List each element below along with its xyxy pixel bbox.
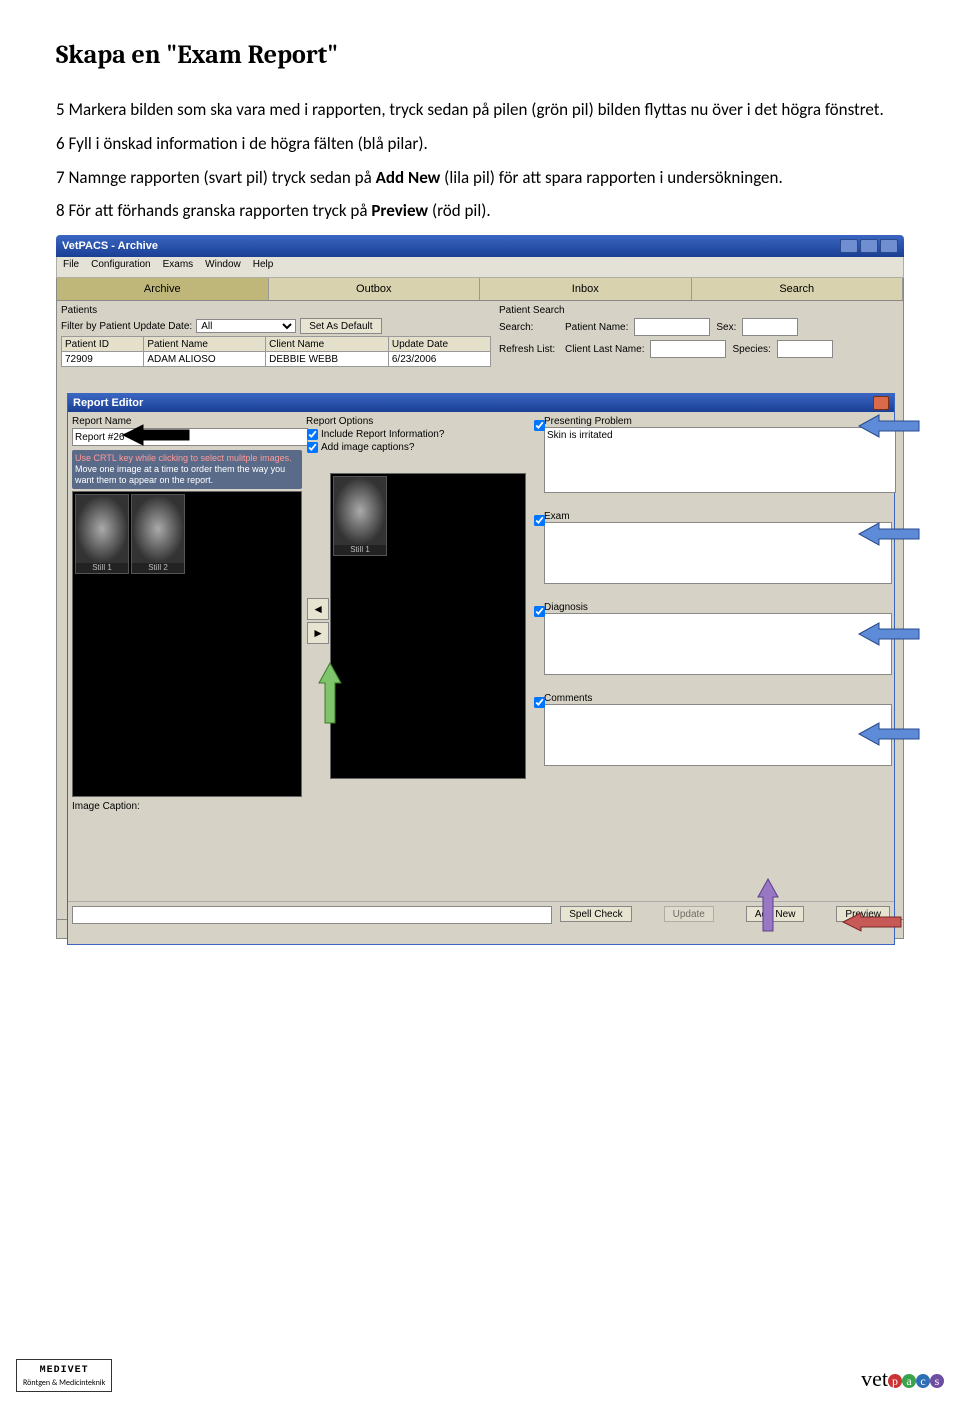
menu-help[interactable]: Help bbox=[253, 259, 274, 275]
instr-8: 8 För att förhands granska rapporten try… bbox=[56, 199, 904, 223]
diagnosis-label: Diagnosis bbox=[544, 602, 890, 613]
instr-6: 6 Fyll i önskad information i de högra f… bbox=[56, 132, 904, 156]
comments-checkbox[interactable] bbox=[534, 697, 545, 708]
report-options-label: Report Options bbox=[306, 416, 526, 428]
window-titlebar: VetPACS - Archive bbox=[56, 235, 904, 257]
medivet-logo: MEDIVET Röntgen & Medicinteknik bbox=[16, 1359, 112, 1392]
report-editor-window: Report Editor Report Name Use CRTL key w… bbox=[67, 393, 895, 945]
spell-check-button[interactable]: Spell Check bbox=[560, 906, 631, 922]
tab-search[interactable]: Search bbox=[692, 278, 904, 300]
report-editor-titlebar: Report Editor bbox=[68, 394, 894, 412]
menu-file[interactable]: File bbox=[63, 259, 79, 275]
tab-inbox[interactable]: Inbox bbox=[480, 278, 692, 300]
minimize-button[interactable] bbox=[840, 239, 858, 253]
report-editor-footer: Spell Check Update Add New Preview bbox=[68, 901, 894, 944]
exam-checkbox[interactable] bbox=[534, 515, 545, 526]
image-caption-input[interactable] bbox=[72, 906, 552, 924]
patient-name-input[interactable] bbox=[634, 318, 710, 336]
close-button[interactable] bbox=[880, 239, 898, 253]
move-left-button[interactable]: ◄ bbox=[307, 598, 329, 620]
report-name-label: Report Name bbox=[72, 416, 302, 428]
main-tabs: Archive Outbox Inbox Search bbox=[56, 278, 904, 301]
report-name-input[interactable] bbox=[72, 428, 308, 446]
image-caption-label: Image Caption: bbox=[72, 801, 302, 812]
table-row[interactable]: 72909 ADAM ALIOSO DEBBIE WEBB 6/23/2006 bbox=[62, 352, 491, 367]
diagnosis-checkbox[interactable] bbox=[534, 606, 545, 617]
menubar: File Configuration Exams Window Help bbox=[56, 257, 904, 278]
client-name-input[interactable] bbox=[650, 340, 726, 358]
hint-box: Use CRTL key while clicking to select mu… bbox=[72, 450, 302, 488]
presenting-problem-textarea[interactable]: Skin is irritated bbox=[544, 427, 896, 493]
patient-search-label: Patient Search bbox=[499, 305, 899, 316]
diagnosis-textarea[interactable] bbox=[544, 613, 892, 675]
source-images-pane[interactable]: Still 1 Still 2 bbox=[72, 491, 302, 797]
patients-table: Patient ID Patient Name Client Name Upda… bbox=[61, 336, 491, 367]
preview-button[interactable]: Preview bbox=[836, 906, 890, 922]
comments-textarea[interactable] bbox=[544, 704, 892, 766]
presenting-problem-checkbox[interactable] bbox=[534, 420, 545, 431]
add-new-button[interactable]: Add New bbox=[746, 906, 805, 922]
tab-archive[interactable]: Archive bbox=[57, 278, 269, 300]
menu-exams[interactable]: Exams bbox=[163, 259, 194, 275]
report-editor-close-button[interactable] bbox=[873, 396, 889, 410]
exam-label: Exam bbox=[544, 511, 890, 522]
presenting-problem-label: Presenting Problem bbox=[544, 416, 890, 427]
filter-select[interactable]: All bbox=[196, 319, 296, 333]
move-right-button[interactable]: ► bbox=[307, 622, 329, 644]
instr-7: 7 Namnge rapporten (svart pil) tryck sed… bbox=[56, 166, 904, 190]
maximize-button[interactable] bbox=[860, 239, 878, 253]
window-title: VetPACS - Archive bbox=[62, 240, 158, 252]
filter-label: Filter by Patient Update Date: bbox=[61, 321, 192, 332]
thumb-still1[interactable]: Still 1 bbox=[75, 494, 129, 574]
thumb-still2[interactable]: Still 2 bbox=[131, 494, 185, 574]
thumb-target-still1[interactable]: Still 1 bbox=[333, 476, 387, 556]
menu-configuration[interactable]: Configuration bbox=[91, 259, 150, 275]
instr-5: 5 Markera bilden som ska vara med i rapp… bbox=[56, 98, 904, 122]
target-images-pane[interactable]: Still 1 bbox=[330, 473, 526, 779]
update-button[interactable]: Update bbox=[664, 906, 714, 922]
set-default-button[interactable]: Set As Default bbox=[300, 318, 381, 334]
screenshot: VetPACS - Archive File Configuration Exa… bbox=[56, 235, 904, 939]
add-image-captions-checkbox[interactable] bbox=[307, 442, 318, 453]
comments-label: Comments bbox=[544, 693, 890, 704]
tab-outbox[interactable]: Outbox bbox=[269, 278, 481, 300]
vetpacs-logo: vetpacs bbox=[861, 1366, 944, 1392]
include-report-info-checkbox[interactable] bbox=[307, 429, 318, 440]
patients-label: Patients bbox=[61, 305, 491, 316]
species-input[interactable] bbox=[777, 340, 833, 358]
page-title: Skapa en "Exam Report" bbox=[56, 40, 904, 70]
menu-window[interactable]: Window bbox=[205, 259, 241, 275]
sex-input[interactable] bbox=[742, 318, 798, 336]
exam-textarea[interactable] bbox=[544, 522, 892, 584]
